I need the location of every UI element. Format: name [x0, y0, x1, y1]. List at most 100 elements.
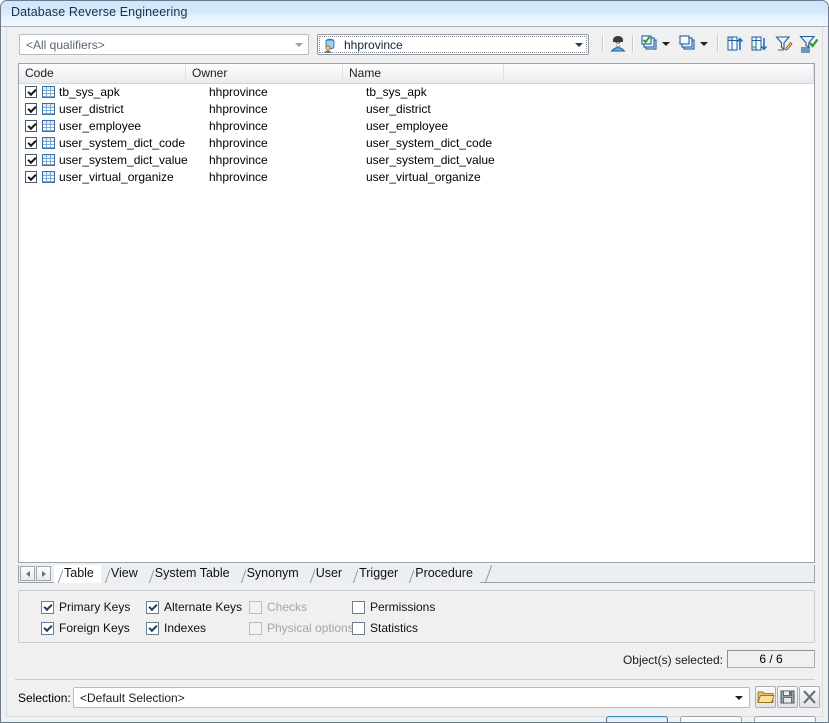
- tab-trigger[interactable]: Trigger: [348, 565, 406, 583]
- sort-descending-button[interactable]: [748, 33, 772, 57]
- ok-button[interactable]: OK: [606, 716, 668, 722]
- toolbar-separator: [632, 35, 634, 52]
- tab-label: Synonym: [246, 566, 299, 580]
- table-icon: [42, 137, 55, 149]
- toolbar: <All qualifiers> hhprovince: [10, 32, 819, 58]
- option-label: Primary Keys: [59, 600, 131, 614]
- delete-selection-button[interactable]: [799, 686, 820, 708]
- selection-label: Selection:: [18, 691, 71, 705]
- tab-label: User: [315, 566, 343, 580]
- apply-filter-button[interactable]: [798, 33, 822, 57]
- cancel-button[interactable]: Cancel: [680, 716, 742, 722]
- selection-combobox[interactable]: <Default Selection>: [73, 687, 750, 708]
- cell-name: user_employee: [366, 119, 449, 133]
- option-label: Statistics: [370, 621, 419, 635]
- column-header-code[interactable]: Code: [19, 64, 186, 83]
- schema-combobox[interactable]: hhprovince: [317, 34, 589, 55]
- help-button[interactable]: Help: [754, 716, 816, 722]
- option-label: Checks: [267, 600, 308, 614]
- row-checkbox[interactable]: [25, 154, 37, 166]
- edit-filter-button[interactable]: [773, 33, 797, 57]
- option-label: Physical options: [267, 621, 354, 635]
- tab-label: Table: [64, 566, 94, 580]
- checkbox: [249, 601, 262, 614]
- options-panel: Primary Keys Foreign Keys Alternate Keys In…: [18, 590, 815, 643]
- table-icon: [42, 103, 55, 115]
- column-header-extra[interactable]: [504, 64, 814, 83]
- cell-owner: hhprovince: [209, 102, 268, 116]
- table-icon: [42, 154, 55, 166]
- tab-user[interactable]: User: [305, 565, 350, 583]
- database-reverse-engineering-window: Database Reverse Engineering <All qualif…: [0, 0, 829, 723]
- option-label: Foreign Keys: [59, 621, 130, 635]
- checkbox[interactable]: [146, 601, 159, 614]
- cell-code: user_district: [59, 102, 124, 116]
- chevron-down-icon[interactable]: [662, 42, 670, 46]
- section-divider: [15, 679, 815, 680]
- row-checkbox[interactable]: [25, 171, 37, 183]
- object-type-tabs: Table View System Table Synonym User Trigger P…: [18, 565, 815, 583]
- tab-strip-end: [480, 565, 492, 583]
- column-header-owner[interactable]: Owner: [186, 64, 343, 83]
- selection-value: <Default Selection>: [80, 691, 185, 705]
- tab-edge: [144, 565, 154, 583]
- tab-view[interactable]: View: [100, 565, 145, 583]
- cell-code: user_system_dict_code: [59, 136, 186, 150]
- row-checkbox[interactable]: [25, 103, 37, 115]
- row-checkbox[interactable]: [25, 137, 37, 149]
- checkbox[interactable]: [41, 601, 54, 614]
- checkbox[interactable]: [41, 622, 54, 635]
- title-bar: Database Reverse Engineering: [1, 1, 828, 26]
- table-icon: [42, 171, 55, 183]
- option-label: Indexes: [164, 621, 207, 635]
- tab-scroll-left-button[interactable]: [20, 566, 35, 581]
- objects-selected-value: 6 / 6: [727, 650, 815, 668]
- qualifier-combobox[interactable]: <All qualifiers>: [19, 34, 309, 55]
- checkbox[interactable]: [352, 601, 365, 614]
- tab-scroll-right-button[interactable]: [36, 566, 51, 581]
- tabs-container: Table View System Table Synonym User Trigger P…: [54, 565, 814, 583]
- chevron-down-icon[interactable]: [700, 42, 708, 46]
- chevron-down-icon: [575, 43, 583, 47]
- checkbox[interactable]: [352, 622, 365, 635]
- tab-label: View: [110, 566, 138, 580]
- tab-edge: [348, 565, 358, 583]
- cell-name: user_system_dict_value: [366, 153, 495, 167]
- cell-owner: hhprovince: [209, 85, 268, 99]
- tab-procedure[interactable]: Procedure: [405, 565, 480, 583]
- tab-label: System Table: [154, 566, 230, 580]
- tab-system-table[interactable]: System Table: [144, 565, 237, 583]
- database-user-icon: [323, 38, 338, 53]
- select-all-button[interactable]: [639, 33, 663, 57]
- checkbox[interactable]: [146, 622, 159, 635]
- row-checkbox[interactable]: [25, 120, 37, 132]
- row-checkbox[interactable]: [25, 86, 37, 98]
- deselect-all-button[interactable]: [677, 33, 701, 57]
- save-selection-button[interactable]: [777, 686, 798, 708]
- open-selection-button[interactable]: [755, 686, 776, 708]
- object-list[interactable]: Code Owner Name tb_sys_apk hhprovince tb_s…: [18, 63, 815, 563]
- sort-ascending-button[interactable]: [724, 33, 748, 57]
- checkbox: [249, 622, 262, 635]
- table-row[interactable]: user_system_dict_value hhprovince user_sys…: [19, 152, 814, 169]
- option-label: Permissions: [370, 600, 436, 614]
- table-row[interactable]: user_system_dict_code hhprovince user_syst…: [19, 135, 814, 152]
- table-row[interactable]: user_district hhprovince user_district: [19, 101, 814, 118]
- chevron-down-icon: [295, 43, 303, 47]
- tab-synonym[interactable]: Synonym: [236, 565, 306, 583]
- table-row[interactable]: user_employee hhprovince user_employee: [19, 118, 814, 135]
- schema-value: hhprovince: [344, 38, 403, 52]
- list-header: Code Owner Name: [19, 64, 814, 84]
- tab-table[interactable]: Table: [54, 565, 101, 583]
- window-title: Database Reverse Engineering: [11, 5, 188, 19]
- column-header-name[interactable]: Name: [343, 64, 504, 83]
- cell-code: user_virtual_organize: [59, 170, 174, 184]
- cell-name: user_virtual_organize: [366, 170, 481, 184]
- cell-owner: hhprovince: [209, 170, 268, 184]
- table-row[interactable]: tb_sys_apk hhprovince tb_sys_apk: [19, 84, 814, 101]
- list-rows: tb_sys_apk hhprovince tb_sys_apk user_distr…: [19, 84, 814, 562]
- toolbar-separator: [717, 35, 719, 52]
- table-row[interactable]: user_virtual_organize hhprovince user_virt…: [19, 169, 814, 186]
- user-filter-button[interactable]: [607, 33, 631, 57]
- tab-edge: [236, 565, 246, 583]
